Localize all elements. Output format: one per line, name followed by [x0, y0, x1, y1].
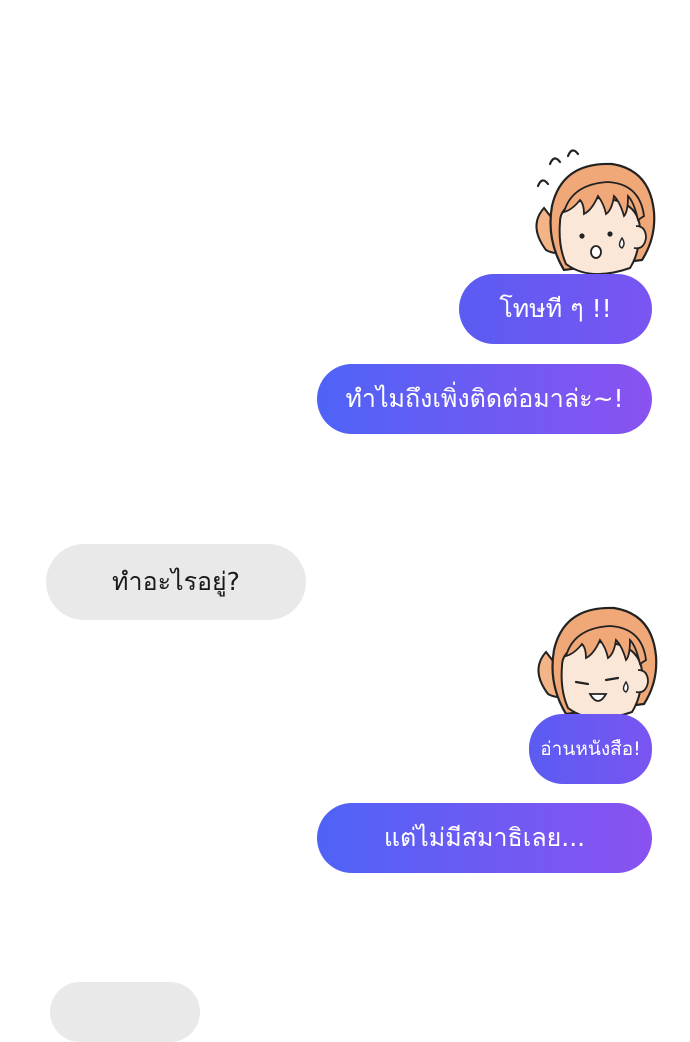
message-bubble-outgoing: โทษที ๆ !!: [459, 274, 652, 344]
message-text: อ่านหนังสือ!: [540, 738, 641, 760]
message-bubble-outgoing: อ่านหนังสือ!: [529, 714, 652, 784]
message-bubble-outgoing: แต่ไม่มีสมาธิเลย...: [317, 803, 652, 873]
message-text: โทษที ๆ !!: [499, 294, 612, 323]
message-bubble-outgoing: ทำไมถึงเพิ่งติดต่อมาล่ะ~!: [317, 364, 652, 434]
message-bubble-incoming-partial: [50, 982, 200, 1042]
message-text: แต่ไม่มีสมาธิเลย...: [383, 823, 586, 852]
girl-avatar-surprised-icon: [535, 149, 656, 276]
girl-avatar-happy-icon: [537, 606, 658, 720]
message-bubble-incoming: ทำอะไรอยู่?: [46, 544, 306, 620]
message-text: ทำไมถึงเพิ่งติดต่อมาล่ะ~!: [345, 384, 624, 413]
message-text: ทำอะไรอยู่?: [112, 567, 240, 596]
chat-screen: { "chat": { "messages": [ {"side": "righ…: [0, 0, 690, 1042]
